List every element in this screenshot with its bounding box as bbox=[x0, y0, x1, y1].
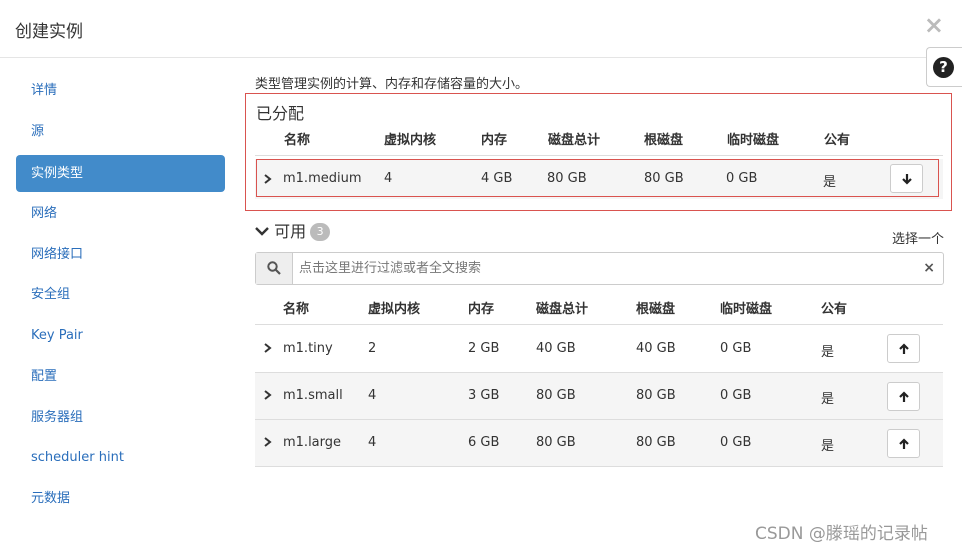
flavor-ephemeral: 0 GB bbox=[720, 435, 752, 450]
col-name: 名称 bbox=[283, 302, 310, 317]
search-button[interactable] bbox=[256, 253, 293, 284]
allocated-title: 已分配 bbox=[256, 104, 305, 123]
chevron-right-icon[interactable] bbox=[263, 390, 273, 400]
col-root-disk: 根磁盘 bbox=[636, 302, 676, 317]
table-row: m1.tiny 2 2 GB 40 GB 40 GB 0 GB 是 bbox=[255, 324, 943, 372]
flavor-public: 是 bbox=[821, 392, 835, 407]
wizard-sidebar: 详情 源 实例类型 网络 网络接口 安全组 Key Pair 配置 服务器组 s… bbox=[0, 58, 240, 549]
flavor-vcpus: 4 bbox=[368, 388, 377, 403]
flavor-public: 是 bbox=[821, 345, 835, 360]
flavor-disk-total: 80 GB bbox=[536, 435, 576, 450]
watermark: CSDN @滕瑶的记录帖 bbox=[755, 524, 928, 544]
table-bottom-border bbox=[255, 466, 943, 467]
flavor-root-disk: 80 GB bbox=[636, 435, 676, 450]
flavor-name: m1.tiny bbox=[283, 341, 333, 356]
col-name: 名称 bbox=[284, 133, 311, 148]
flavor-name: m1.small bbox=[283, 388, 343, 403]
col-ram: 内存 bbox=[468, 302, 495, 317]
sidebar-item-details[interactable]: 详情 bbox=[16, 72, 225, 109]
col-ram: 内存 bbox=[481, 133, 508, 148]
col-root-disk: 根磁盘 bbox=[644, 133, 684, 148]
modal-header: 创建实例 × bbox=[0, 0, 962, 58]
allocate-button[interactable] bbox=[887, 429, 920, 458]
flavor-ephemeral: 0 GB bbox=[720, 388, 752, 403]
available-title: 可用 bbox=[274, 222, 307, 241]
table-row: m1.small 4 3 GB 80 GB 80 GB 0 GB 是 bbox=[255, 372, 943, 419]
close-icon[interactable]: × bbox=[924, 13, 944, 37]
col-ephemeral-disk: 临时磁盘 bbox=[727, 133, 780, 148]
flavor-ram: 2 GB bbox=[468, 341, 500, 356]
chevron-right-icon[interactable] bbox=[263, 343, 273, 353]
allocate-button[interactable] bbox=[887, 334, 920, 363]
arrow-up-icon bbox=[899, 391, 909, 402]
sidebar-item-networks[interactable]: 网络 bbox=[16, 195, 225, 232]
allocated-row-highlight bbox=[256, 159, 939, 197]
allocated-header-divider bbox=[255, 155, 943, 156]
col-vcpus: 虚拟内核 bbox=[384, 133, 437, 148]
flavor-vcpus: 4 bbox=[368, 435, 377, 450]
flavor-ephemeral: 0 GB bbox=[720, 341, 752, 356]
table-row: m1.large 4 6 GB 80 GB 80 GB 0 GB 是 bbox=[255, 419, 943, 466]
sidebar-item-flavor[interactable]: 实例类型 bbox=[16, 155, 225, 192]
flavor-root-disk: 40 GB bbox=[636, 341, 676, 356]
allocate-button[interactable] bbox=[887, 382, 920, 411]
arrow-up-icon bbox=[899, 343, 909, 354]
col-disk-total: 磁盘总计 bbox=[548, 133, 601, 148]
select-one-hint: 选择一个 bbox=[891, 232, 944, 247]
flavor-name: m1.large bbox=[283, 435, 342, 450]
flavor-ram: 6 GB bbox=[468, 435, 500, 450]
clear-search-icon[interactable]: × bbox=[923, 260, 935, 276]
col-disk-total: 磁盘总计 bbox=[536, 302, 589, 317]
col-vcpus: 虚拟内核 bbox=[368, 302, 421, 317]
flavor-disk-total: 80 GB bbox=[536, 388, 576, 403]
flavor-ram: 3 GB bbox=[468, 388, 500, 403]
chevron-down-icon bbox=[255, 227, 269, 236]
sidebar-item-network-ports[interactable]: 网络接口 bbox=[16, 236, 225, 273]
modal-title: 创建实例 bbox=[15, 22, 83, 42]
col-public: 公有 bbox=[824, 133, 851, 148]
col-ephemeral-disk: 临时磁盘 bbox=[720, 302, 773, 317]
search-icon bbox=[267, 261, 281, 275]
sidebar-item-server-groups[interactable]: 服务器组 bbox=[16, 399, 225, 436]
flavor-vcpus: 2 bbox=[368, 341, 377, 356]
flavor-disk-total: 40 GB bbox=[536, 341, 576, 356]
flavor-description: 类型管理实例的计算、内存和存储容量的大小。 bbox=[255, 77, 529, 92]
sidebar-item-configuration[interactable]: 配置 bbox=[16, 358, 225, 395]
sidebar-item-security-groups[interactable]: 安全组 bbox=[16, 276, 225, 313]
sidebar-item-source[interactable]: 源 bbox=[16, 113, 225, 150]
create-instance-modal: 创建实例 × ? 详情 源 实例类型 网络 网络接口 安全组 Key Pair … bbox=[0, 0, 962, 549]
flavor-root-disk: 80 GB bbox=[636, 388, 676, 403]
search-input[interactable] bbox=[294, 253, 914, 284]
sidebar-item-scheduler-hint[interactable]: scheduler hint bbox=[16, 439, 225, 476]
sidebar-item-key-pair[interactable]: Key Pair bbox=[16, 317, 225, 354]
available-toggle[interactable]: 可用 3 bbox=[255, 218, 331, 242]
col-public: 公有 bbox=[821, 302, 848, 317]
arrow-up-icon bbox=[899, 438, 909, 449]
search-bar: × bbox=[255, 252, 944, 285]
chevron-right-icon[interactable] bbox=[263, 437, 273, 447]
available-count-badge: 3 bbox=[310, 223, 331, 241]
sidebar-item-metadata[interactable]: 元数据 bbox=[16, 480, 225, 517]
flavor-public: 是 bbox=[821, 439, 835, 454]
flavor-panel: 类型管理实例的计算、内存和存储容量的大小。 已分配 名称 虚拟内核 内存 磁盘总… bbox=[240, 58, 962, 549]
